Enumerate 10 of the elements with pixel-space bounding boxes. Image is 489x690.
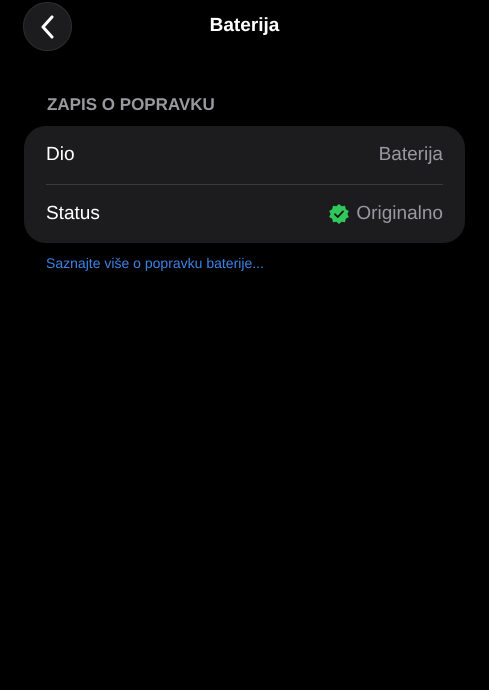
verified-badge-icon <box>328 203 350 225</box>
row-value: Baterija <box>378 144 443 166</box>
screen-title: Baterija <box>210 15 280 37</box>
back-button[interactable] <box>23 2 72 51</box>
row-label: Dio <box>46 144 75 166</box>
section-header: ZAPIS O POPRAVKU <box>47 95 216 116</box>
learn-more-link[interactable]: Saznajte više o popravku baterije... <box>46 255 264 271</box>
row-label: Status <box>46 203 100 225</box>
row-value: Originalno <box>356 203 443 225</box>
back-icon <box>40 14 54 38</box>
